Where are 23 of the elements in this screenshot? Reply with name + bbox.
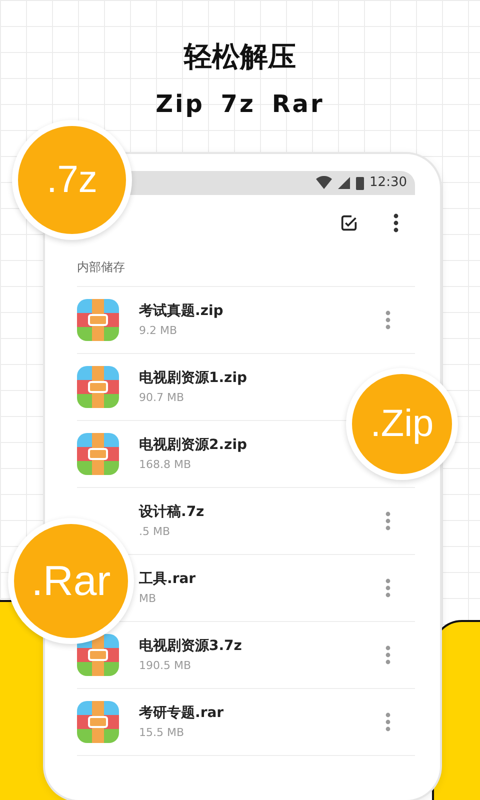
file-size: 15.5 MB bbox=[139, 726, 186, 740]
wifi-icon bbox=[316, 176, 332, 190]
section-label: 内部储存 bbox=[77, 250, 415, 287]
file-name: 电视剧资源2.zip bbox=[139, 436, 248, 454]
file-size: 9.2 MB bbox=[139, 324, 178, 338]
status-time: 12:30 bbox=[370, 175, 407, 190]
battery-icon bbox=[356, 176, 364, 190]
file-size: 168.8 MB bbox=[139, 458, 192, 472]
select-icon[interactable] bbox=[339, 212, 359, 233]
file-size: 90.7 MB bbox=[139, 391, 186, 404]
signal-icon bbox=[338, 176, 350, 189]
file-name: 电视剧资源1.zip bbox=[139, 369, 248, 388]
file-name: 电视剧资源3.7z bbox=[139, 637, 243, 656]
file-size: .5 MB bbox=[139, 525, 172, 538]
file-size: 190.5 MB bbox=[139, 659, 192, 672]
more-icon[interactable] bbox=[393, 212, 399, 233]
file-name: 工具.rar bbox=[139, 570, 197, 588]
subheadline: Zip 7z Rar bbox=[156, 90, 324, 118]
file-size: MB bbox=[139, 592, 158, 606]
file-name: 设计稿.7z bbox=[139, 503, 206, 522]
headline: 轻松解压 bbox=[184, 39, 296, 75]
file-name: 考试真题.zip bbox=[139, 302, 224, 320]
file-name: 考研专题.rar bbox=[139, 704, 225, 722]
